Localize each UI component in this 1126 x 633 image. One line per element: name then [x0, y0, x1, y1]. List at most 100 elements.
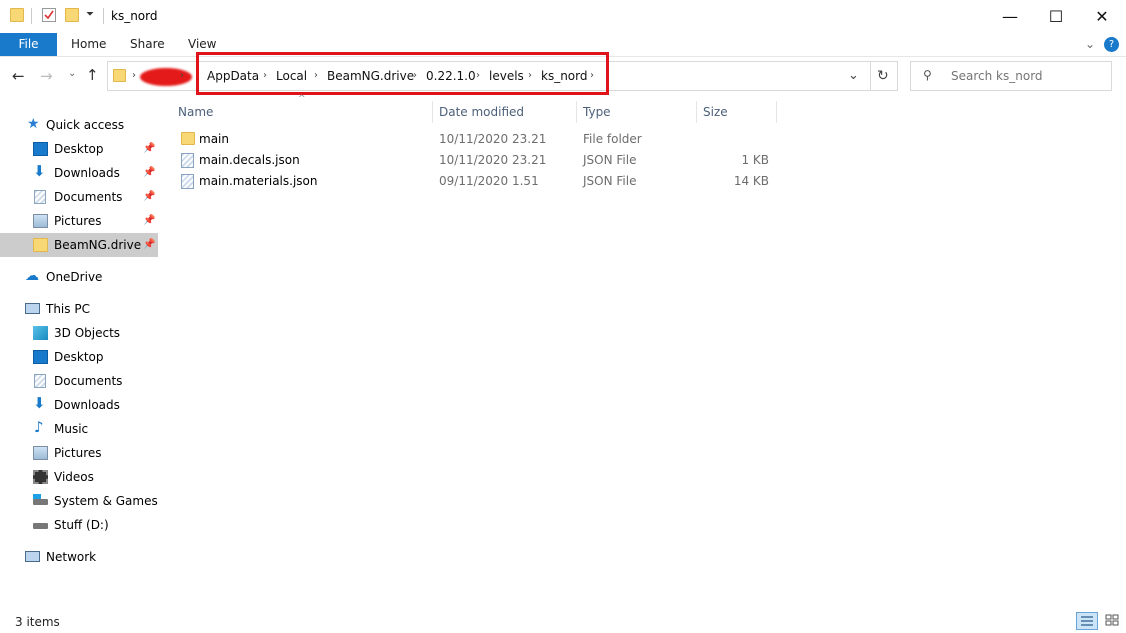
pin-icon: 📌 [143, 239, 156, 250]
sidebar-item-pictures[interactable]: Pictures 📌 [0, 209, 158, 233]
customize-quick-access-icon[interactable]: ⏷ [86, 9, 94, 20]
computer-icon [25, 303, 40, 314]
sidebar-item-pc-documents[interactable]: Documents [0, 369, 158, 393]
column-header-size[interactable]: Size [703, 101, 728, 123]
column-divider[interactable] [576, 101, 577, 123]
file-name: main [199, 132, 229, 146]
drive-icon [33, 499, 48, 505]
file-row[interactable]: main 10/11/2020 23.21 File folder [176, 129, 776, 150]
refresh-icon[interactable]: ↻ [877, 62, 889, 90]
maximize-button[interactable]: ☐ [1033, 0, 1079, 33]
navigation-pane: ★ Quick access Desktop 📌 ⬇ Downloads 📌 D… [0, 110, 158, 607]
redacted-scribble [140, 68, 192, 86]
file-row[interactable]: main.decals.json 10/11/2020 23.21 JSON F… [176, 150, 776, 171]
sidebar-item-3d-objects[interactable]: 3D Objects [0, 321, 158, 345]
windows-logo-icon [33, 494, 41, 499]
tab-home[interactable]: Home [71, 33, 106, 56]
documents-icon [34, 374, 46, 388]
file-size: 1 KB [741, 153, 769, 167]
film-icon [33, 470, 48, 484]
sidebar-item-quick-access[interactable]: ★ Quick access [0, 113, 158, 137]
json-file-icon [181, 153, 194, 168]
divider [31, 8, 32, 24]
sidebar-item-label: BeamNG.drive [54, 238, 142, 252]
sidebar-item-label: System & Games (C [54, 494, 158, 508]
divider [870, 62, 871, 90]
sidebar-item-music[interactable]: ♪ Music [0, 417, 158, 441]
folder-icon [33, 238, 48, 252]
sidebar-item-label: Videos [54, 470, 94, 484]
tab-file[interactable]: File [0, 33, 57, 56]
pictures-icon [33, 214, 48, 228]
sidebar-item-label: OneDrive [46, 270, 103, 284]
close-button[interactable]: ✕ [1079, 0, 1125, 33]
sidebar-item-label: Downloads [54, 166, 120, 180]
sidebar-item-label: 3D Objects [54, 326, 121, 340]
music-note-icon: ♪ [34, 418, 44, 436]
sidebar-item-videos[interactable]: Videos [0, 465, 158, 489]
cloud-icon: ☁ [25, 268, 39, 284]
large-icons-view-button[interactable] [1102, 612, 1124, 630]
folder-icon [181, 132, 195, 145]
sidebar-item-downloads[interactable]: ⬇ Downloads 📌 [0, 161, 158, 185]
sidebar-item-pc-pictures[interactable]: Pictures [0, 441, 158, 465]
tab-share[interactable]: Share [130, 33, 165, 56]
sidebar-item-label: Pictures [54, 446, 102, 460]
file-row[interactable]: main.materials.json 09/11/2020 1.51 JSON… [176, 171, 776, 192]
column-divider[interactable] [432, 101, 433, 123]
column-header-name[interactable]: Name [178, 101, 213, 123]
sidebar-item-pc-desktop[interactable]: Desktop [0, 345, 158, 369]
sidebar-item-pc-downloads[interactable]: ⬇ Downloads [0, 393, 158, 417]
sidebar-item-network[interactable]: Network [0, 545, 158, 569]
divider [103, 8, 104, 24]
sidebar-item-desktop[interactable]: Desktop 📌 [0, 137, 158, 161]
file-date: 09/11/2020 1.51 [439, 174, 539, 188]
sidebar-item-onedrive[interactable]: ☁ OneDrive [0, 265, 158, 289]
sidebar-item-label: Pictures [54, 214, 102, 228]
sidebar-item-documents[interactable]: Documents 📌 [0, 185, 158, 209]
sidebar-item-label: This PC [46, 302, 90, 316]
sidebar-item-drive-d[interactable]: Stuff (D:) [0, 513, 158, 537]
search-icon: ⚲ [923, 68, 932, 82]
file-date: 10/11/2020 23.21 [439, 132, 547, 146]
sidebar-item-label: Music [54, 422, 89, 436]
column-divider[interactable] [696, 101, 697, 123]
details-view-button[interactable] [1076, 612, 1098, 630]
file-type: JSON File [583, 174, 637, 188]
breadcrumb-separator[interactable]: › [180, 62, 184, 90]
sidebar-item-label: Quick access [46, 118, 125, 132]
pictures-icon [33, 446, 48, 460]
sidebar-item-label: Documents [54, 190, 123, 204]
pin-icon: 📌 [143, 191, 156, 202]
back-arrow-icon[interactable]: ← [12, 67, 25, 85]
column-header-date[interactable]: Date modified [439, 101, 524, 123]
pin-icon: 📌 [143, 143, 156, 154]
desktop-icon [33, 142, 48, 156]
address-dropdown-icon[interactable]: ⌄ [848, 62, 859, 90]
properties-icon[interactable] [42, 8, 56, 22]
up-arrow-icon[interactable]: ↑ [86, 66, 99, 84]
star-icon: ★ [27, 116, 40, 132]
file-name: main.materials.json [199, 174, 318, 188]
folder-icon [113, 69, 126, 82]
collapse-ribbon-icon[interactable]: ⌄ [1085, 33, 1095, 56]
sidebar-item-label: Desktop [54, 350, 104, 364]
search-box[interactable]: ⚲ [910, 61, 1112, 91]
search-input[interactable] [949, 66, 1103, 86]
file-name: main.decals.json [199, 153, 300, 167]
new-folder-icon[interactable] [65, 8, 79, 22]
recent-locations-icon[interactable]: ⌄ [68, 68, 76, 79]
file-size: 14 KB [733, 174, 769, 188]
minimize-button[interactable]: — [987, 0, 1033, 33]
sidebar-item-beamng[interactable]: BeamNG.drive 📌 [0, 233, 158, 257]
breadcrumb-separator[interactable]: › [132, 62, 136, 90]
forward-arrow-icon[interactable]: → [40, 67, 53, 85]
column-header-type[interactable]: Type [583, 101, 611, 123]
sidebar-item-drive-c[interactable]: System & Games (C [0, 489, 158, 513]
file-type: JSON File [583, 153, 637, 167]
title-bar: ⏷ ks_nord — ☐ ✕ [0, 0, 1126, 33]
file-type: File folder [583, 132, 642, 146]
help-icon[interactable]: ? [1104, 37, 1119, 52]
column-divider[interactable] [776, 101, 777, 123]
sidebar-item-this-pc[interactable]: This PC [0, 297, 158, 321]
